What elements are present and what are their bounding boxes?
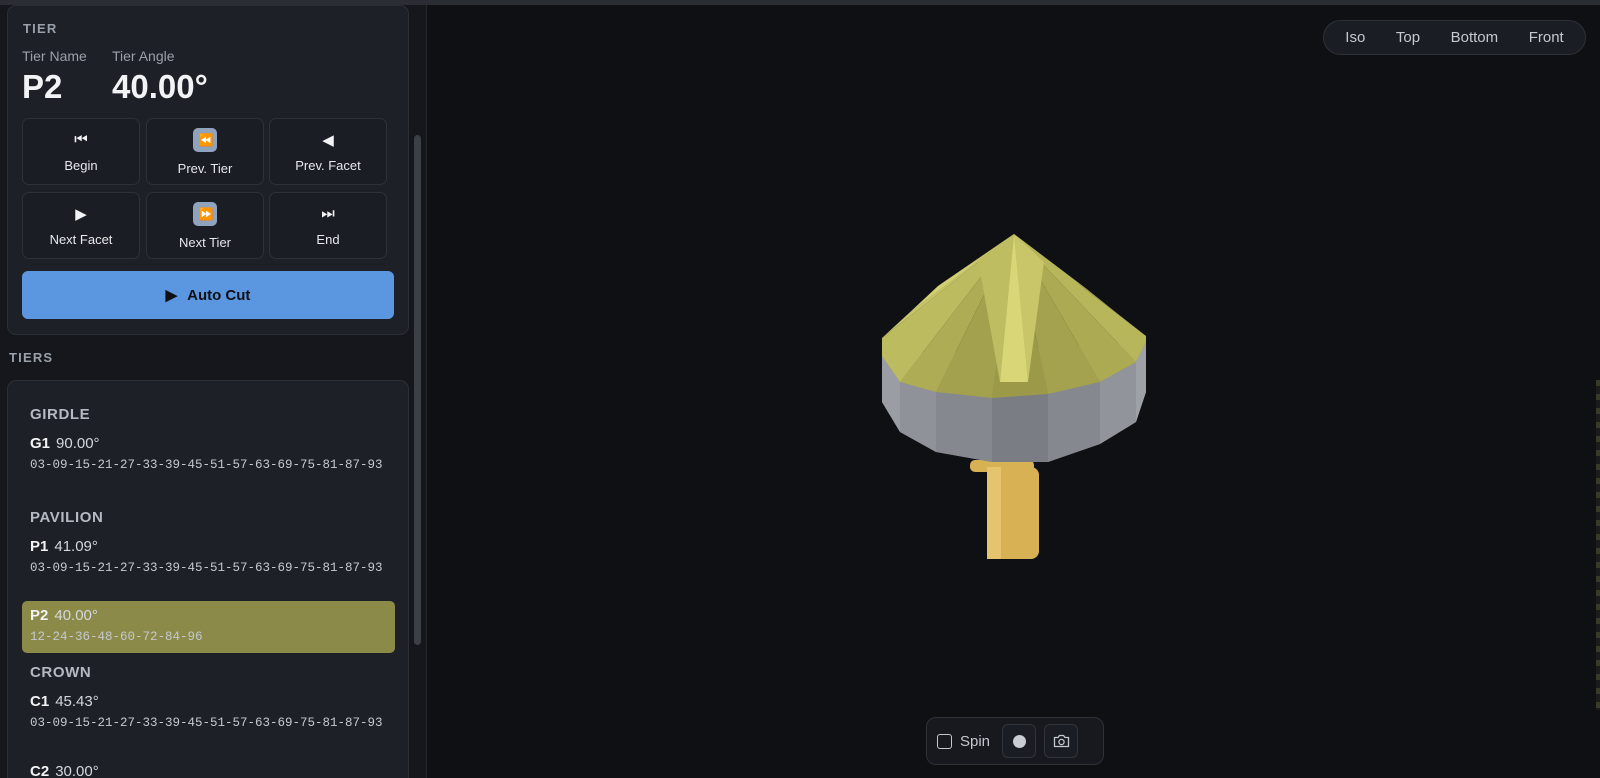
next-tier-button[interactable]: ⏩ Next Tier xyxy=(146,192,264,259)
fast-forward-icon: ⏩ xyxy=(193,201,217,226)
tier-name: G1 xyxy=(30,435,51,452)
rewind-icon: ⏪ xyxy=(193,127,217,152)
view-front-button[interactable]: Front xyxy=(1525,25,1568,50)
next-facet-button[interactable]: ▶ Next Facet xyxy=(22,192,140,259)
next-facet-label: Next Facet xyxy=(49,231,113,247)
play-icon: ▶ xyxy=(75,205,87,223)
tier-sequence: 12-24-36-48-60-72-84-96 xyxy=(30,630,203,644)
tier-angle: 45.43° xyxy=(55,693,99,710)
circle-icon xyxy=(1012,734,1026,748)
prev-facet-label: Prev. Facet xyxy=(295,157,361,173)
end-button[interactable]: ⏭ End xyxy=(269,192,387,259)
skip-to-start-icon: ⏮ xyxy=(74,131,88,148)
tier-section-label: TIER xyxy=(23,21,58,36)
window-edge-artifact xyxy=(1596,380,1600,710)
begin-label: Begin xyxy=(64,157,98,173)
play-icon: ▶ xyxy=(165,287,178,304)
tier-name: C1 xyxy=(30,693,50,710)
skip-to-end-icon: ⏭ xyxy=(321,205,335,222)
view-bottom-button[interactable]: Bottom xyxy=(1447,25,1503,50)
begin-button[interactable]: ⏮ Begin xyxy=(22,118,140,185)
play-reverse-icon: ◀ xyxy=(322,131,334,149)
tier-sequence: 03-09-15-21-27-33-39-45-51-57-63-69-75-8… xyxy=(30,561,383,575)
tier-sequence: 03-09-15-21-27-33-39-45-51-57-63-69-75-8… xyxy=(30,716,383,730)
view-switcher: Iso Top Bottom Front xyxy=(1323,20,1586,55)
prev-tier-label: Prev. Tier xyxy=(177,160,233,176)
tiers-section-label: TIERS xyxy=(9,350,54,365)
light-toggle-button[interactable] xyxy=(1002,724,1037,758)
prev-tier-button[interactable]: ⏪ Prev. Tier xyxy=(146,118,264,185)
tier-item-g1[interactable]: G1 90.00° 03-09-15-21-27-33-39-45-51-57-6… xyxy=(22,429,395,480)
tier-item-c1[interactable]: C1 45.43° 03-09-15-21-27-33-39-45-51-57-6… xyxy=(22,687,395,738)
tier-sequence: 03-09-15-21-27-33-39-45-51-57-63-69-75-8… xyxy=(30,458,383,472)
tier-angle: 90.00° xyxy=(56,435,100,452)
next-tier-label: Next Tier xyxy=(178,234,231,250)
group-title-crown: CROWN xyxy=(30,664,92,681)
view-top-button[interactable]: Top xyxy=(1392,25,1424,50)
tier-item-c2[interactable]: C2 30.00° xyxy=(22,757,395,778)
tier-item-p2[interactable]: P2 40.00° 12-24-36-48-60-72-84-96 xyxy=(22,601,395,653)
tier-angle-label: Tier Angle xyxy=(112,48,175,64)
tier-item-p1[interactable]: P1 41.09° 03-09-15-21-27-33-39-45-51-57-6… xyxy=(22,532,395,583)
group-title-girdle: GIRDLE xyxy=(30,406,91,423)
viewport-toolbar: Spin xyxy=(926,717,1104,765)
tier-name: P1 xyxy=(30,538,49,555)
camera-icon xyxy=(1053,734,1069,748)
tier-name-label: Tier Name xyxy=(22,48,87,64)
auto-cut-button[interactable]: ▶ Auto Cut xyxy=(22,271,394,319)
tier-name: P2 xyxy=(30,607,49,624)
tier-card: TIER Tier Name P2 Tier Angle 40.00° ⏮ Be… xyxy=(7,5,409,335)
tier-angle-value: 40.00° xyxy=(112,68,208,105)
dop-highlight xyxy=(987,467,1001,559)
view-iso-button[interactable]: Iso xyxy=(1341,25,1369,50)
group-title-pavilion: PAVILION xyxy=(30,509,104,526)
tier-name-value: P2 xyxy=(22,68,63,105)
tier-angle: 41.09° xyxy=(54,538,98,555)
auto-cut-label: Auto Cut xyxy=(187,286,251,304)
left-panel: TIER Tier Name P2 Tier Angle 40.00° ⏮ Be… xyxy=(0,5,427,778)
end-label: End xyxy=(316,231,340,247)
tiers-list: GIRDLE G1 90.00° 03-09-15-21-27-33-39-45-… xyxy=(7,380,409,778)
spin-checkbox[interactable] xyxy=(937,733,952,749)
spin-label: Spin xyxy=(960,732,991,750)
prev-facet-button[interactable]: ◀ Prev. Facet xyxy=(269,118,387,185)
tier-name: C2 xyxy=(30,763,50,778)
gem-model[interactable] xyxy=(878,232,1150,567)
tier-angle: 40.00° xyxy=(54,607,98,624)
screenshot-button[interactable] xyxy=(1044,724,1079,758)
tier-angle: 30.00° xyxy=(55,763,99,778)
sidebar-scrollbar[interactable] xyxy=(414,135,421,645)
